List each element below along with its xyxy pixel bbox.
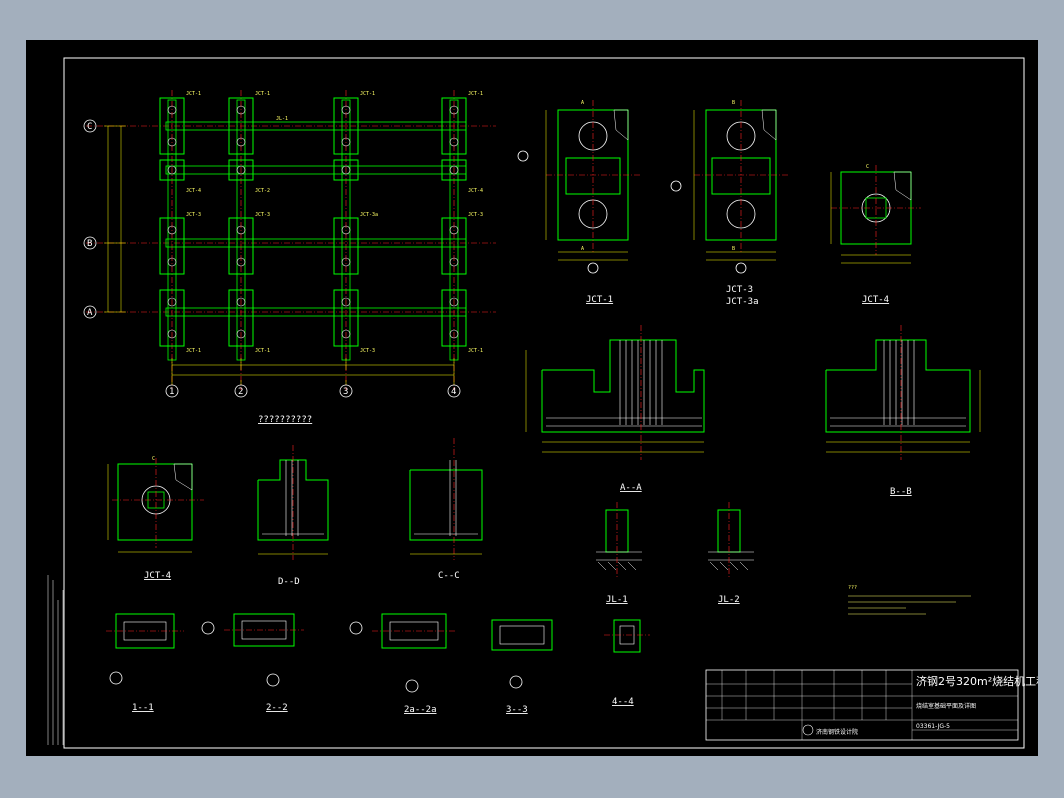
footing-tag: JCT-1 bbox=[468, 91, 483, 97]
footing-tag: JCT-3 bbox=[468, 212, 483, 218]
col-axis-3: 3 bbox=[343, 387, 348, 397]
mark-b-bottom: B bbox=[732, 246, 735, 252]
project-name: 济钢2号320m²烧结机工程 bbox=[916, 674, 1038, 688]
row-axis-c: C bbox=[87, 122, 92, 132]
drawing-name: 烧结室基础平面及详图 bbox=[916, 702, 976, 710]
foundation-plan: C B A 1 2 3 4 JCT-1 JCT-1 JCT-1 JCT-1 JC… bbox=[83, 90, 496, 425]
mark-c-top: C bbox=[866, 164, 869, 170]
section-dd: D--D bbox=[257, 445, 329, 587]
row-axis-b: B bbox=[87, 239, 92, 249]
detail-jct3: B B JCT-3 JCT-3a bbox=[670, 100, 788, 307]
inner-border bbox=[63, 57, 1025, 749]
row-axis-a: A bbox=[87, 308, 93, 318]
col-axis-2: 2 bbox=[238, 387, 243, 397]
label-jct3: JCT-3 bbox=[726, 285, 753, 295]
footing-tag: JCT-3 bbox=[360, 348, 375, 354]
footing-tag: JCT-1 bbox=[468, 348, 483, 354]
section-aa: A--A bbox=[525, 325, 705, 493]
col-axis-4: 4 bbox=[451, 387, 456, 397]
title-block: 济钢2号320m²烧结机工程 烧结室基础平面及详图 济南钢铁设计院 03361-… bbox=[705, 669, 1038, 741]
footing-tag: JCT-1 bbox=[360, 91, 375, 97]
footing-tag: JCT-1 bbox=[255, 91, 270, 97]
label-jct1: JCT-1 bbox=[586, 295, 613, 305]
drawing-number: 03361-JG-5 bbox=[916, 723, 950, 730]
cad-drawing: C B A 1 2 3 4 JCT-1 JCT-1 JCT-1 JCT-1 JC… bbox=[47, 57, 1038, 749]
label-section-bb: B--B bbox=[890, 487, 912, 497]
section-33: 3--3 bbox=[491, 619, 553, 715]
mark-b-top: B bbox=[732, 100, 735, 106]
label-jl1: JL-1 bbox=[606, 595, 628, 605]
section-2a2a: 2a--2a bbox=[349, 613, 456, 715]
detail-jl2: JL-2 bbox=[708, 502, 754, 605]
footing-tag: JCT-3 bbox=[186, 212, 201, 218]
detail-jct1: A A JCT-1 bbox=[517, 100, 640, 305]
detail-jct4-top: C JCT-4 bbox=[830, 164, 921, 305]
section-11: 1--1 bbox=[106, 613, 184, 713]
footing-tag: JCT-3a bbox=[360, 212, 378, 218]
label-section-33: 3--3 bbox=[506, 705, 528, 715]
section-22: 2--2 bbox=[201, 613, 304, 713]
label-jct4-top: JCT-4 bbox=[862, 295, 889, 305]
detail-jl1: JL-1 bbox=[596, 502, 642, 605]
section-cc: C--C bbox=[409, 438, 483, 581]
section-44: 4--4 bbox=[604, 619, 650, 707]
notes-heading: ??? bbox=[848, 585, 857, 591]
detail-jct4-bottom: C JCT-4 bbox=[107, 456, 204, 581]
drawing-sheet: C B A 1 2 3 4 JCT-1 JCT-1 JCT-1 JCT-1 JC… bbox=[26, 40, 1038, 756]
plan-title: ?????????? bbox=[258, 415, 312, 425]
label-section-2a2a: 2a--2a bbox=[404, 705, 437, 715]
mark-a-bottom: A bbox=[581, 246, 584, 252]
label-section-cc: C--C bbox=[438, 571, 460, 581]
mark-a-top: A bbox=[581, 100, 584, 106]
label-jct3a: JCT-3a bbox=[726, 297, 759, 307]
label-jct4-bottom: JCT-4 bbox=[144, 571, 171, 581]
footing-tag: JCT-1 bbox=[186, 348, 201, 354]
label-section-11: 1--1 bbox=[132, 703, 154, 713]
label-jl2: JL-2 bbox=[718, 595, 740, 605]
label-section-22: 2--2 bbox=[266, 703, 288, 713]
general-notes: ??? bbox=[848, 585, 971, 615]
footing-tag: JCT-1 bbox=[186, 91, 201, 97]
footing-tag: JCT-1 bbox=[255, 348, 270, 354]
footing-tag: JCT-4 bbox=[186, 188, 201, 194]
beam-tag: JL-1 bbox=[276, 116, 288, 122]
company-logo-icon bbox=[802, 724, 814, 736]
margin-stamp bbox=[47, 575, 64, 745]
col-axis-1: 1 bbox=[169, 387, 174, 397]
section-bb: B--B bbox=[825, 325, 981, 497]
mark-c-left: C bbox=[152, 456, 155, 462]
company-name: 济南钢铁设计院 bbox=[816, 728, 858, 736]
label-section-aa: A--A bbox=[620, 483, 642, 493]
label-section-dd: D--D bbox=[278, 577, 300, 587]
label-section-44: 4--4 bbox=[612, 697, 634, 707]
footing-tag: JCT-2 bbox=[255, 188, 270, 194]
footing-tag: JCT-3 bbox=[255, 212, 270, 218]
footing-tag: JCT-4 bbox=[468, 188, 483, 194]
